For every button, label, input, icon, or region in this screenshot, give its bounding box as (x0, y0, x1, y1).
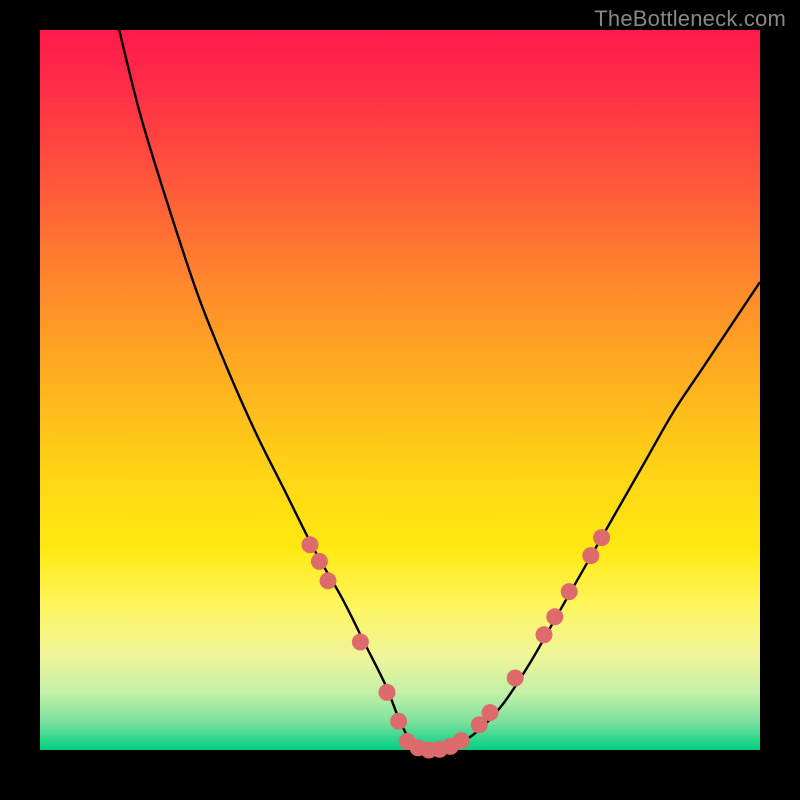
plot-area (40, 30, 760, 750)
data-marker (352, 634, 369, 651)
marker-group (302, 529, 611, 758)
data-marker (302, 536, 319, 553)
data-marker (507, 670, 524, 687)
data-marker (320, 572, 337, 589)
data-marker (561, 583, 578, 600)
data-marker (311, 553, 328, 570)
data-marker (536, 626, 553, 643)
curve-layer (40, 30, 760, 750)
watermark-text: TheBottleneck.com (594, 6, 786, 32)
data-marker (482, 704, 499, 721)
data-marker (582, 547, 599, 564)
data-marker (390, 713, 407, 730)
data-marker (593, 529, 610, 546)
data-marker (546, 608, 563, 625)
chart-frame: TheBottleneck.com (0, 0, 800, 800)
data-marker (453, 732, 470, 749)
data-marker (379, 684, 396, 701)
bottleneck-curve (119, 30, 760, 750)
